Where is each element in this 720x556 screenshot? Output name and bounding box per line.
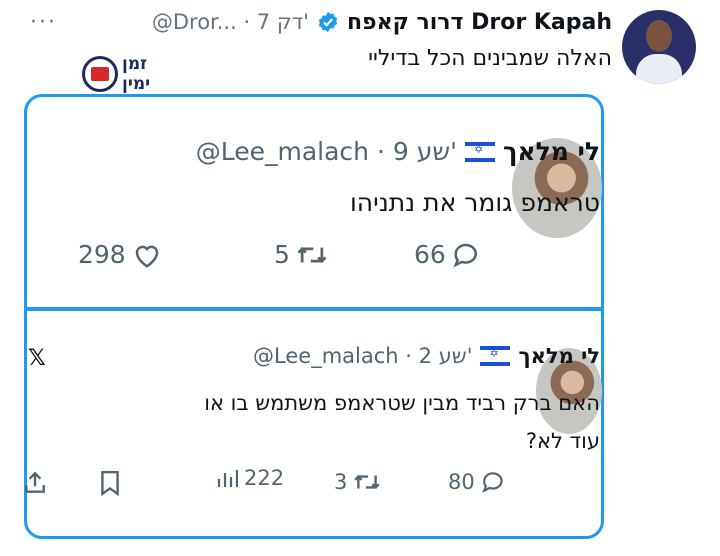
quoted-tweet-1-text: טראמפ גומר את נתניהו [350, 188, 600, 217]
author-avatar[interactable] [622, 10, 696, 84]
logo-line-2: ימין [122, 74, 151, 94]
logo-line-1: זמן [122, 54, 147, 74]
reply-count: 80 [448, 470, 475, 494]
quoted-author-name[interactable]: לי מלאך [503, 137, 600, 166]
zman-yamin-logo: זמן ימין [82, 52, 158, 98]
retweet-button[interactable]: 5 [274, 240, 328, 269]
views-icon [217, 470, 238, 487]
reply-count: 66 [414, 240, 446, 269]
verified-badge-icon [318, 11, 338, 33]
quoted-separator [24, 307, 604, 311]
israel-flag-icon [464, 141, 495, 162]
post-header: דרור קאפח Dror Kapah @Dror... · 7 דק' [152, 6, 612, 38]
quoted-tweet-2-text: האם ברק רביד מבין שטראמפ משתמש בו או עוד… [204, 391, 600, 453]
reply-icon [482, 472, 503, 493]
views-count: 222 [244, 466, 285, 490]
bookmark-button[interactable] [98, 470, 122, 500]
author-name[interactable]: דרור קאפח Dror Kapah [347, 10, 612, 35]
reply-button[interactable]: 80 [448, 470, 507, 494]
more-options-icon[interactable]: ··· [30, 10, 57, 35]
avatar-head [646, 20, 672, 52]
retweet-button[interactable]: 3 [334, 470, 381, 494]
author-handle-time[interactable]: @Dror... · 7 דק' [152, 10, 309, 34]
retweet-icon [354, 474, 381, 490]
quoted-tweet-1-header: לי מלאך @Lee_malach · 9 שע' [196, 137, 600, 166]
quoted-author-name[interactable]: לי מלאך [518, 344, 600, 368]
quoted-handle-time[interactable]: @Lee_malach · 9 שע' [196, 137, 457, 166]
heart-icon [135, 245, 158, 268]
share-button[interactable] [22, 470, 48, 500]
quoted-handle-time[interactable]: @Lee_malach · 2 שע' [253, 344, 472, 368]
retweet-count: 3 [334, 470, 348, 494]
like-count: 298 [78, 240, 126, 269]
views-button[interactable]: 222 [216, 466, 284, 490]
like-button[interactable]: 298 [78, 240, 162, 269]
megaphone-icon [82, 56, 118, 92]
post-text: האלה שמבינים הכל בדיליי [368, 46, 612, 71]
reply-icon [453, 243, 477, 268]
avatar-shirt [636, 54, 682, 84]
retweet-count: 5 [274, 240, 290, 269]
retweet-icon [297, 246, 327, 263]
quoted-tweet-2-header: לי מלאך @Lee_malach · 2 שע' [253, 344, 600, 368]
share-icon [25, 471, 45, 493]
x-logo-icon[interactable]: 𝕏 [28, 346, 46, 371]
israel-flag-icon [480, 346, 511, 366]
reply-button[interactable]: 66 [414, 240, 482, 269]
bookmark-icon [101, 470, 119, 497]
